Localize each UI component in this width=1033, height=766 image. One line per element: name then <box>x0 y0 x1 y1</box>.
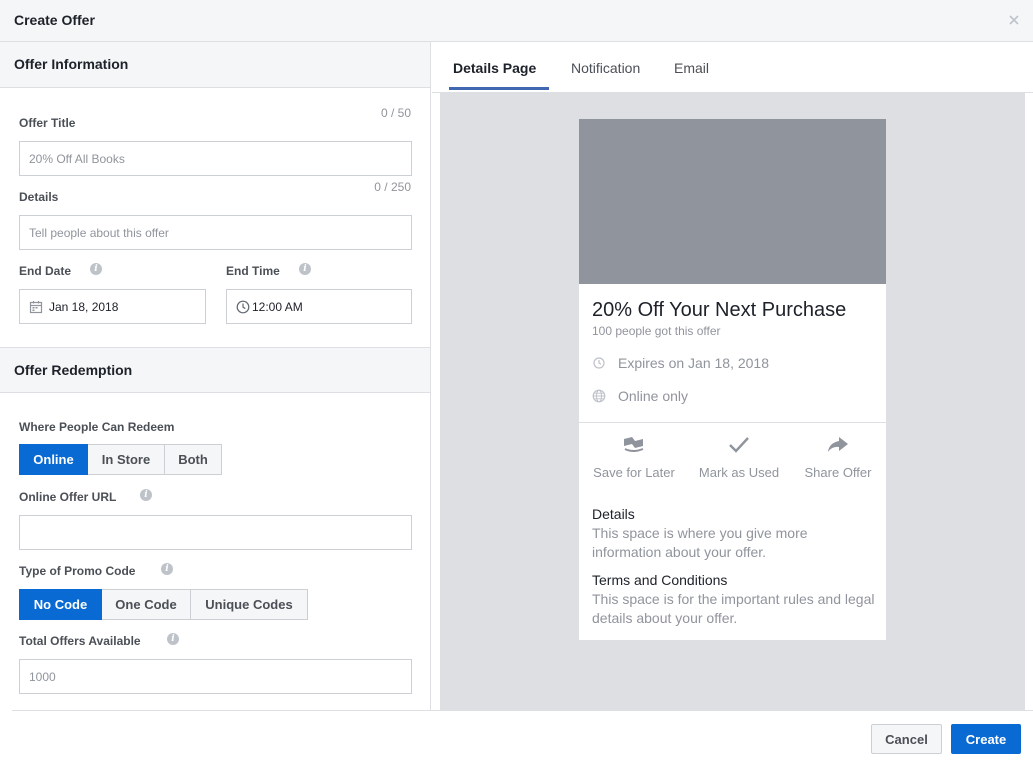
dialog-title: Create Offer <box>14 12 95 28</box>
end-time-value: 12:00 AM <box>252 299 303 314</box>
dialog-header: Create Offer <box>0 0 1033 42</box>
details-placeholder: Tell people about this offer <box>29 225 169 240</box>
offer-title-label: Offer Title <box>19 116 76 130</box>
preview-area: 20% Off Your Next Purchase 100 people go… <box>440 93 1025 710</box>
one-code-button[interactable]: One Code <box>102 589 191 620</box>
total-offers-label: Total Offers Available <box>19 634 141 648</box>
offer-title-input[interactable]: 20% Off All Books <box>19 141 412 176</box>
save-for-later-action[interactable]: Save for Later <box>584 433 684 480</box>
cancel-button[interactable]: Cancel <box>871 724 942 754</box>
info-icon[interactable]: i <box>90 263 102 275</box>
globe-icon <box>592 389 606 403</box>
offer-information-title: Offer Information <box>14 56 129 72</box>
offer-information-header: Offer Information <box>0 42 430 88</box>
where-redeem-selector: Online In Store Both <box>19 444 222 475</box>
active-tab-indicator <box>449 87 549 90</box>
share-offer-action[interactable]: Share Offer <box>788 433 888 480</box>
details-input[interactable]: Tell people about this offer <box>19 215 412 250</box>
calendar-icon <box>29 300 43 314</box>
info-icon[interactable]: i <box>167 633 179 645</box>
mark-as-used-label: Mark as Used <box>698 465 780 480</box>
end-date-label: End Date <box>19 264 72 278</box>
share-offer-label: Share Offer <box>804 465 872 480</box>
details-counter: 0 / 250 <box>374 180 411 194</box>
expires-row: Expires on Jan 18, 2018 <box>592 355 769 371</box>
details-label: Details <box>19 190 59 204</box>
promo-code-selector: No Code One Code Unique Codes <box>19 589 308 620</box>
save-for-later-label: Save for Later <box>593 465 675 480</box>
dialog-footer: Cancel Create <box>12 710 1033 766</box>
location-row: Online only <box>592 388 688 404</box>
offer-redemption-title: Offer Redemption <box>14 362 133 378</box>
promo-code-label: Type of Promo Code <box>19 564 136 578</box>
offer-claim-count: 100 people got this offer <box>592 324 721 338</box>
tab-details-page[interactable]: Details Page <box>453 60 536 76</box>
details-description: This space is where you give more inform… <box>592 525 808 560</box>
redeem-both-button[interactable]: Both <box>165 444 222 475</box>
offer-preview-card: 20% Off Your Next Purchase 100 people go… <box>579 119 886 640</box>
terms-description: This space is for the important rules an… <box>592 591 875 626</box>
info-icon[interactable]: i <box>161 563 173 575</box>
where-redeem-label: Where People Can Redeem <box>19 420 175 434</box>
redeem-in-store-button[interactable]: In Store <box>88 444 165 475</box>
share-arrow-icon <box>788 433 888 457</box>
create-button[interactable]: Create <box>951 724 1021 754</box>
clock-icon <box>592 356 606 370</box>
end-time-label: End Time <box>226 264 280 278</box>
info-icon[interactable]: i <box>299 263 311 275</box>
preview-tabs: Details Page Notification Email <box>432 42 1033 93</box>
expires-text: Expires on Jan 18, 2018 <box>618 355 769 371</box>
close-icon[interactable] <box>1007 13 1021 27</box>
details-heading: Details <box>592 506 635 522</box>
tab-notification[interactable]: Notification <box>571 60 640 76</box>
location-text: Online only <box>618 388 689 404</box>
terms-heading: Terms and Conditions <box>592 572 728 588</box>
offer-title-placeholder: 20% Off All Books <box>29 151 125 166</box>
tab-email[interactable]: Email <box>674 60 709 76</box>
checkmark-icon <box>689 433 789 457</box>
total-offers-placeholder: 1000 <box>29 669 56 684</box>
redeem-online-button[interactable]: Online <box>19 444 88 475</box>
offer-image-placeholder <box>579 119 886 284</box>
end-time-field[interactable]: 12:00 AM <box>226 289 412 324</box>
offer-redemption-header: Offer Redemption <box>0 347 430 393</box>
offer-preview-title: 20% Off Your Next Purchase <box>592 299 847 321</box>
no-code-button[interactable]: No Code <box>19 589 102 620</box>
mark-as-used-action[interactable]: Mark as Used <box>689 433 789 480</box>
online-url-input[interactable] <box>19 515 412 550</box>
total-offers-input[interactable]: 1000 <box>19 659 412 694</box>
info-icon[interactable]: i <box>140 489 152 501</box>
save-offer-icon <box>584 433 684 457</box>
clock-icon <box>236 300 250 314</box>
card-divider <box>579 422 886 423</box>
online-url-label: Online Offer URL <box>19 490 117 504</box>
offer-title-counter: 0 / 50 <box>380 106 411 120</box>
end-date-field[interactable]: Jan 18, 2018 <box>19 289 206 324</box>
end-date-value: Jan 18, 2018 <box>49 299 119 314</box>
unique-codes-button[interactable]: Unique Codes <box>191 589 308 620</box>
offer-form: Offer Information 0 / 50 Offer Title 20%… <box>0 42 431 710</box>
